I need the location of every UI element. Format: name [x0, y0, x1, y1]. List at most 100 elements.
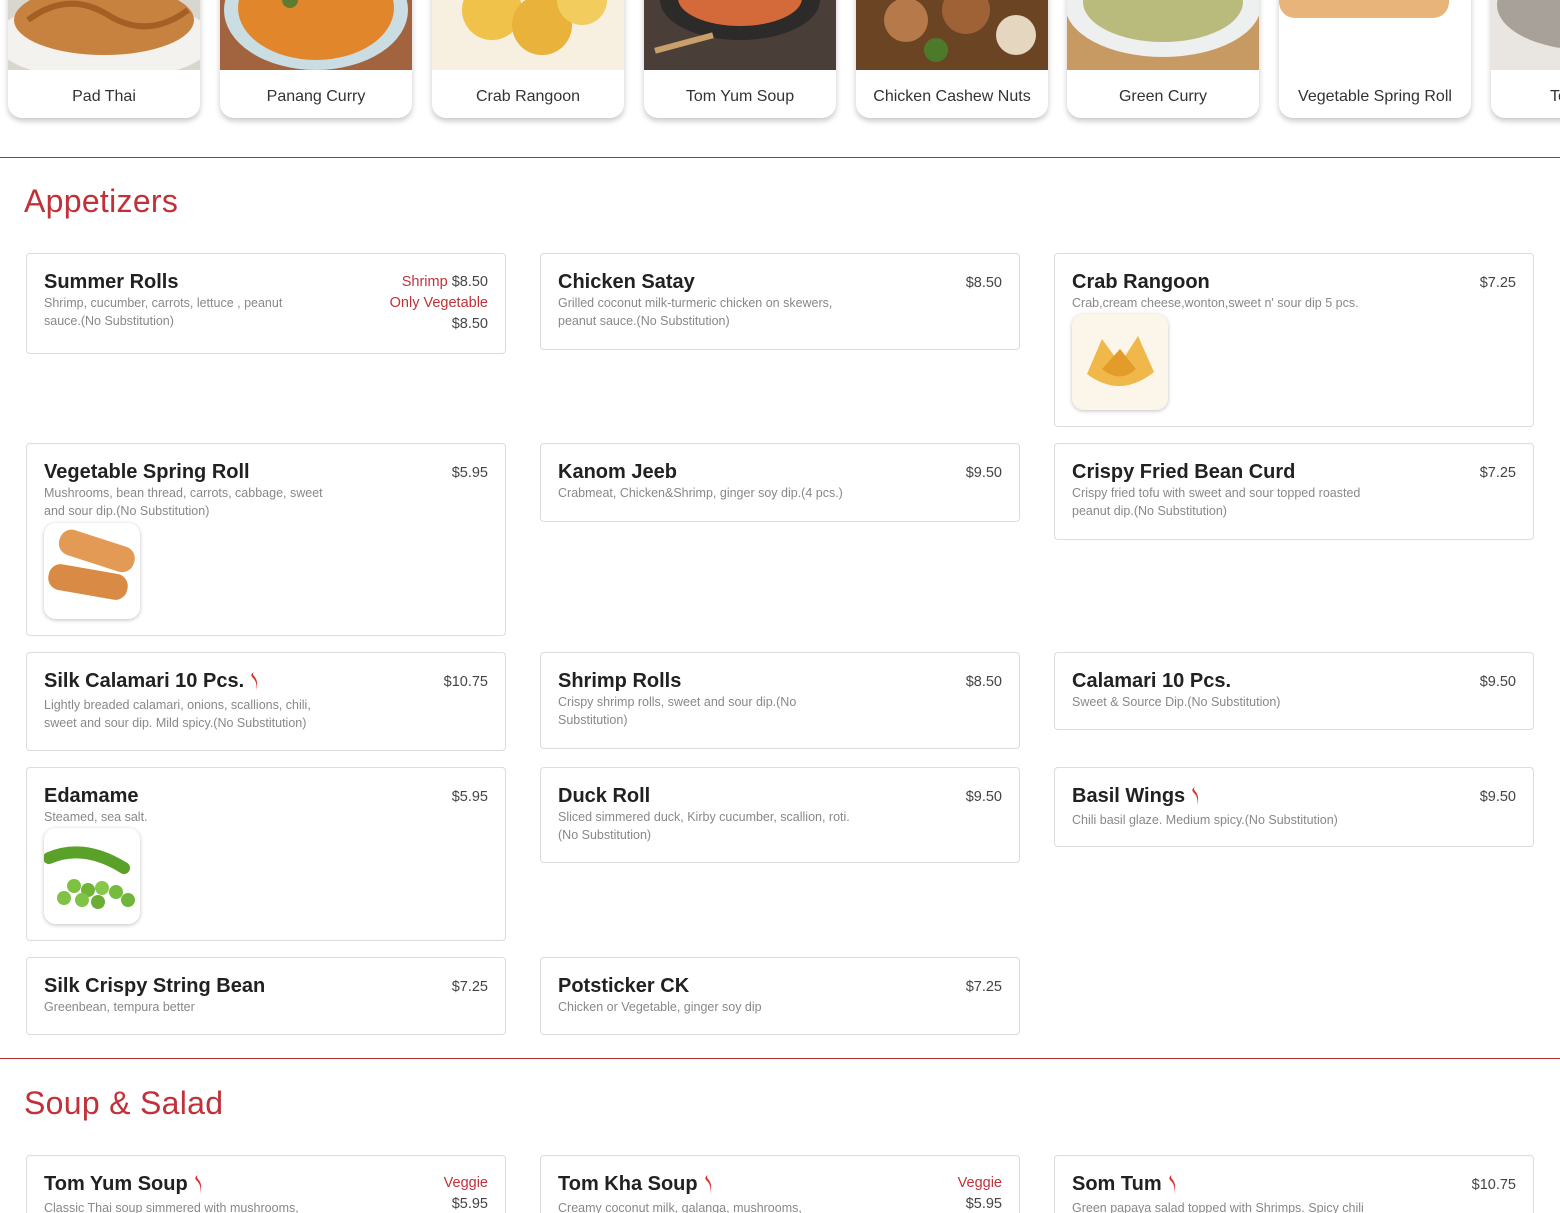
featured-card-label: Green Curry — [1118, 88, 1208, 105]
price-value: $8.50 — [451, 274, 488, 290]
menu-item-tom-kha-soup[interactable]: Tom Kha Soup Creamy coconut milk, galang… — [540, 1155, 1020, 1213]
featured-card-label: Chicken Cashew Nuts — [873, 88, 1031, 105]
menu-item-summer-rolls[interactable]: Summer Rolls Shrimp, cucumber, carrots, … — [26, 253, 506, 354]
menu-item-som-tum[interactable]: Som Tum Green papaya salad topped with S… — [1054, 1155, 1534, 1213]
item-price: $7.25 — [965, 979, 1002, 995]
item-name: Potsticker CK — [558, 975, 690, 997]
item-price: $5.95 — [451, 789, 488, 805]
price-option-label: Veggie — [957, 1175, 1002, 1191]
featured-card-label: Vegetable Spring Roll — [1298, 88, 1452, 105]
section-title-appetizers: Appetizers — [24, 183, 179, 219]
item-description: Crispy shrimp rolls, sweet and sour dip.… — [558, 695, 797, 727]
item-description: Creamy coconut milk, galanga, mushrooms, — [558, 1201, 802, 1213]
crab-rangoon-photo — [1072, 314, 1168, 410]
item-description: Green papaya salad topped with Shrimps. … — [1072, 1201, 1364, 1213]
item-name: Chicken Satay — [558, 271, 695, 293]
featured-card-tom-yum-soup[interactable]: Tom Yum Soup — [644, 0, 836, 118]
price-value: $5.95 — [965, 1196, 1002, 1212]
item-description: Sliced simmered duck, Kirby cucumber, sc… — [558, 810, 850, 842]
item-name: Som Tum — [1072, 1173, 1178, 1196]
item-price: $7.25 — [451, 979, 488, 995]
item-price: $10.75 — [1471, 1177, 1516, 1193]
item-description: Sweet & Source Dip.(No Substitution) — [1072, 695, 1281, 709]
item-name: Silk Calamari 10 Pcs. — [44, 670, 260, 693]
chili-pepper-icon — [1168, 1174, 1175, 1194]
item-description: Grilled coconut milk-turmeric chicken on… — [558, 296, 833, 328]
item-name: Basil Wings — [1072, 785, 1201, 808]
item-price: $5.95 — [451, 465, 488, 481]
spring-roll-photo — [44, 523, 140, 619]
menu-item-shrimp-rolls[interactable]: Shrimp Rolls Crispy shrimp rolls, sweet … — [540, 652, 1020, 749]
panang-curry-photo — [220, 0, 412, 70]
item-price: $7.25 — [1479, 465, 1516, 481]
item-name: Edamame — [44, 785, 139, 807]
price-value: $5.95 — [451, 1196, 488, 1212]
tom-yum-soup-photo — [644, 0, 836, 70]
menu-item-chicken-satay[interactable]: Chicken Satay Grilled coconut milk-turme… — [540, 253, 1020, 350]
crab-rangoon-photo — [432, 0, 624, 70]
section-title-soup-salad: Soup & Salad — [24, 1085, 224, 1121]
featured-card-label: Crab Rangoon — [475, 88, 581, 105]
item-description: Chicken or Vegetable, ginger soy dip — [558, 1000, 762, 1014]
price-option-label: Veggie — [443, 1175, 488, 1191]
featured-carousel: Pad Thai Panang Curry Crab Rangoon Tom Y… — [0, 0, 1560, 157]
menu-item-edamame[interactable]: Edamame Steamed, sea salt. $5.95 — [26, 767, 506, 941]
menu-item-tom-yum-soup[interactable]: Tom Yum Soup Classic Thai soup simmered … — [26, 1155, 506, 1213]
item-name: Duck Roll — [558, 785, 651, 807]
item-description: Chili basil glaze. Medium spicy.(No Subs… — [1072, 813, 1338, 827]
item-price: $9.50 — [965, 465, 1002, 481]
item-price: Veggie $5.95 — [444, 1173, 488, 1213]
item-description: Crab,cream cheese,wonton,sweet n' sour d… — [1072, 296, 1359, 310]
featured-card-label: Tom Kha Soup — [1550, 88, 1560, 105]
item-description: Greenbean, tempura better — [44, 1000, 195, 1014]
menu-item-duck-roll[interactable]: Duck Roll Sliced simmered duck, Kirby cu… — [540, 767, 1020, 863]
featured-card-crab-rangoon[interactable]: Crab Rangoon — [432, 0, 624, 118]
section-divider — [0, 157, 1560, 158]
chili-pepper-icon — [1192, 786, 1199, 806]
item-price: Shrimp $8.50 Only Vegetable $8.50 — [390, 272, 488, 335]
menu-item-calamari[interactable]: Calamari 10 Pcs. Sweet & Source Dip.(No … — [1054, 652, 1534, 730]
item-price: $8.50 — [965, 275, 1002, 291]
item-price: $9.50 — [965, 789, 1002, 805]
item-name: Vegetable Spring Roll — [44, 461, 250, 483]
edamame-photo — [44, 828, 140, 924]
item-name: Crab Rangoon — [1072, 271, 1210, 293]
item-description: Crispy fried tofu with sweet and sour to… — [1072, 486, 1361, 518]
item-description: Mushrooms, bean thread, carrots, cabbage… — [44, 486, 323, 518]
featured-card-green-curry[interactable]: Green Curry — [1067, 0, 1259, 118]
price-option-label: Only Vegetable — [389, 295, 488, 311]
pad-thai-photo — [8, 0, 200, 70]
menu-item-crispy-fried-bean-curd[interactable]: Crispy Fried Bean Curd Crispy fried tofu… — [1054, 443, 1534, 540]
menu-item-basil-wings[interactable]: Basil Wings Chili basil glaze. Medium sp… — [1054, 767, 1534, 847]
item-name: Silk Crispy String Bean — [44, 975, 266, 997]
chicken-cashew-photo — [856, 0, 1048, 70]
chili-pepper-icon — [251, 671, 258, 691]
item-price: $8.50 — [965, 674, 1002, 690]
item-price: Veggie $5.95 — [958, 1173, 1002, 1213]
item-price: $9.50 — [1479, 674, 1516, 690]
spring-roll-photo — [1279, 0, 1471, 70]
item-description: Steamed, sea salt. — [44, 810, 148, 824]
menu-item-vegetable-spring-roll[interactable]: Vegetable Spring Roll Mushrooms, bean th… — [26, 443, 506, 636]
tom-kha-soup-photo — [1491, 0, 1560, 70]
menu-item-potsticker-ck[interactable]: Potsticker CK Chicken or Vegetable, ging… — [540, 957, 1020, 1035]
item-name: Tom Kha Soup — [558, 1173, 714, 1196]
item-name: Summer Rolls — [44, 271, 179, 293]
featured-card-panang-curry[interactable]: Panang Curry — [220, 0, 412, 118]
featured-card-pad-thai[interactable]: Pad Thai — [8, 0, 200, 118]
menu-item-crab-rangoon[interactable]: Crab Rangoon Crab,cream cheese,wonton,sw… — [1054, 253, 1534, 427]
section-divider — [0, 1058, 1560, 1059]
featured-card-tom-kha-soup[interactable]: Tom Kha Soup — [1491, 0, 1560, 118]
item-description: Shrimp, cucumber, carrots, lettuce , pea… — [44, 296, 283, 328]
item-name: Crispy Fried Bean Curd — [1072, 461, 1296, 483]
featured-card-chicken-cashew-nuts[interactable]: Chicken Cashew Nuts — [856, 0, 1048, 118]
menu-item-silk-calamari[interactable]: Silk Calamari 10 Pcs. Lightly breaded ca… — [26, 652, 506, 751]
menu-item-silk-crispy-string-bean[interactable]: Silk Crispy String Bean Greenbean, tempu… — [26, 957, 506, 1035]
chili-pepper-icon — [704, 1174, 711, 1194]
featured-card-label: Pad Thai — [72, 88, 136, 105]
item-description: Classic Thai soup simmered with mushroom… — [44, 1201, 299, 1213]
featured-card-vegetable-spring-roll[interactable]: Vegetable Spring Roll — [1279, 0, 1471, 118]
item-description: Lightly breaded calamari, onions, scalli… — [44, 698, 311, 730]
menu-item-kanom-jeeb[interactable]: Kanom Jeeb Crabmeat, Chicken&Shrimp, gin… — [540, 443, 1020, 522]
featured-card-label: Panang Curry — [266, 88, 366, 105]
